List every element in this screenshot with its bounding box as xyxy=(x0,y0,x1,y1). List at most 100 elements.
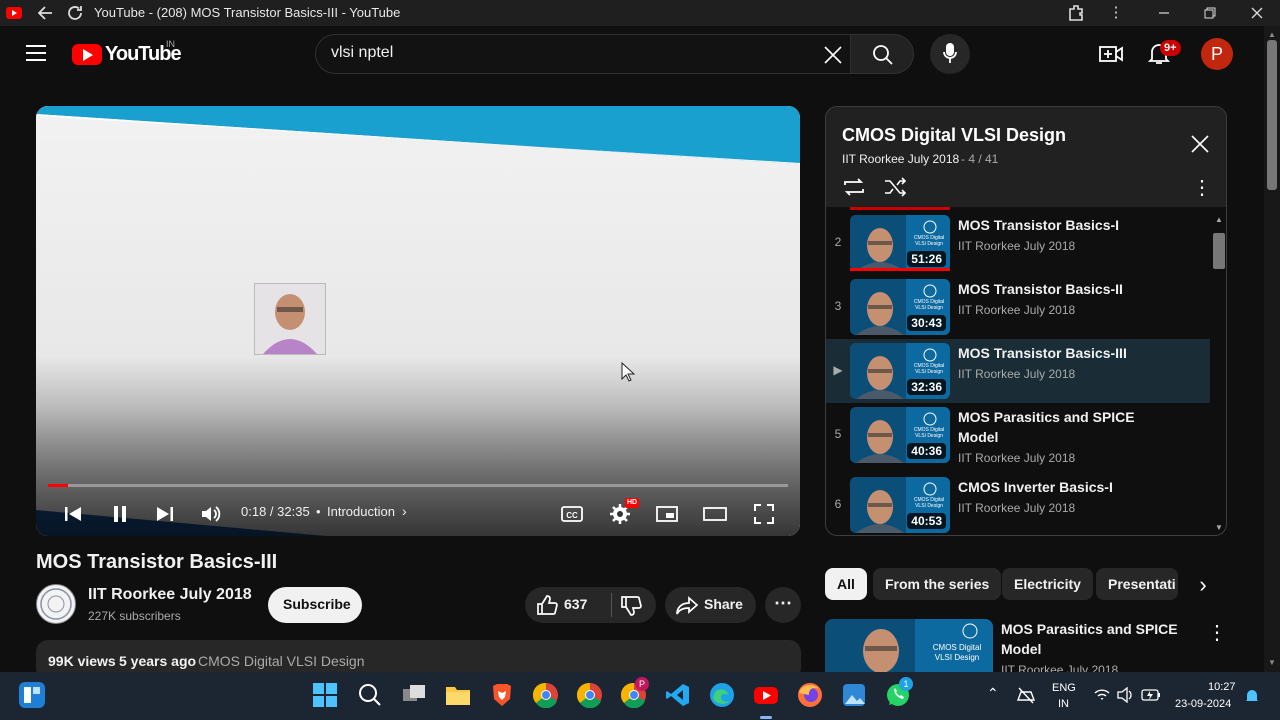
page-scroll-thumb[interactable] xyxy=(1267,40,1277,190)
playlist-item-thumbnail[interactable]: CMOS Digital VLSI Design 51:26 xyxy=(850,215,950,271)
subscribe-button[interactable]: Subscribe xyxy=(268,587,362,623)
hamburger-menu-icon[interactable] xyxy=(26,44,46,62)
video-player[interactable]: 0:18 / 32:35 • Introduction › CC HD xyxy=(36,106,800,536)
battery-charging-icon[interactable] xyxy=(1141,688,1161,702)
description-playlist-link[interactable]: CMOS Digital VLSI Design xyxy=(198,653,365,669)
subtitles-cc-icon[interactable]: CC xyxy=(560,502,584,526)
photos-app-icon[interactable] xyxy=(841,682,867,708)
input-language[interactable]: ENG xyxy=(1052,682,1076,694)
search-box[interactable]: vlsi nptel xyxy=(315,34,850,74)
playlist-item-title[interactable]: MOS Parasitics and SPICE Model xyxy=(958,407,1158,447)
youtube-app-icon[interactable] xyxy=(753,682,779,708)
search-input[interactable]: vlsi nptel xyxy=(331,44,393,62)
recommended-menu-icon[interactable]: ⋮ xyxy=(1207,620,1227,645)
brave-browser-icon[interactable] xyxy=(489,682,515,708)
playlist-item[interactable]: 3 CMOS Digital VLSI Design 30:43 MOS Transi… xyxy=(826,275,1210,339)
page-scrollbar[interactable]: ▲ ▼ xyxy=(1264,26,1280,672)
recommended-title[interactable]: MOS Parasitics and SPICE Model xyxy=(1001,619,1181,659)
playlist-title[interactable]: CMOS Digital VLSI Design xyxy=(842,125,1066,146)
miniplayer-icon[interactable] xyxy=(655,502,679,526)
restore-icon[interactable] xyxy=(1200,3,1220,23)
clock-date[interactable]: 23-09-2024 xyxy=(1175,698,1231,710)
clear-search-icon[interactable] xyxy=(823,45,843,65)
youtube-play-logo-icon xyxy=(72,44,102,65)
task-view-icon[interactable] xyxy=(401,682,427,708)
create-video-icon[interactable] xyxy=(1099,43,1123,65)
playlist-item[interactable]: 2 CMOS Digital VLSI Design 51:26 MOS Transi… xyxy=(826,211,1210,275)
clock-time[interactable]: 10:27 xyxy=(1208,681,1236,693)
chrome-profile-1-icon[interactable] xyxy=(532,682,559,709)
taskbar-search-icon[interactable] xyxy=(357,682,383,708)
fullscreen-icon[interactable] xyxy=(752,502,776,526)
chip-from-the-series[interactable]: From the series xyxy=(873,568,1002,600)
search-button[interactable] xyxy=(850,34,914,74)
playlist-item-thumbnail[interactable]: CMOS Digital VLSI Design 40:36 xyxy=(850,407,950,463)
speaker-volume-icon[interactable] xyxy=(1117,686,1135,704)
volume-icon[interactable] xyxy=(199,502,223,526)
theater-mode-icon[interactable] xyxy=(703,502,727,526)
chapter-chevron-icon[interactable]: › xyxy=(402,503,407,519)
like-button[interactable]: 637 xyxy=(525,587,610,623)
playlist-scrollbar[interactable]: ▲ ▼ xyxy=(1211,211,1225,533)
voice-search-button[interactable] xyxy=(930,34,970,74)
playlist-menu-icon[interactable]: ⋮ xyxy=(1192,175,1212,200)
vscode-icon[interactable] xyxy=(665,682,691,708)
back-arrow-icon[interactable] xyxy=(36,3,56,23)
chip-all[interactable]: All xyxy=(825,568,867,600)
widgets-icon[interactable] xyxy=(19,682,45,708)
chrome-profile-3-icon[interactable]: P xyxy=(620,677,649,709)
input-region[interactable]: IN xyxy=(1058,698,1069,710)
network-disconnected-icon[interactable] xyxy=(1016,686,1036,704)
playlist-scroll-thumb[interactable] xyxy=(1213,233,1225,269)
mouse-cursor-icon xyxy=(621,361,636,387)
browser-menu-icon[interactable]: ⋮ xyxy=(1106,3,1126,23)
channel-name[interactable]: IIT Roorkee July 2018 xyxy=(88,586,252,604)
close-playlist-icon[interactable] xyxy=(1190,134,1210,154)
recommended-thumbnail[interactable]: CMOS Digital VLSI Design xyxy=(825,619,993,672)
notification-center-bell-icon[interactable] xyxy=(1245,688,1259,704)
active-app-indicator xyxy=(760,716,772,719)
edge-icon[interactable] xyxy=(709,682,735,708)
file-explorer-icon[interactable] xyxy=(445,682,471,708)
chip-presentations[interactable]: Presentati xyxy=(1096,568,1178,600)
firefox-icon[interactable] xyxy=(797,682,823,708)
playlist-item-thumbnail[interactable]: CMOS Digital VLSI Design 30:43 xyxy=(850,279,950,335)
dislike-button[interactable] xyxy=(612,587,656,623)
wifi-icon[interactable] xyxy=(1094,687,1110,703)
account-avatar[interactable]: P xyxy=(1201,38,1233,70)
chapter-title[interactable]: Introduction xyxy=(327,504,395,519)
close-window-icon[interactable] xyxy=(1247,3,1267,23)
shuffle-playlist-icon[interactable] xyxy=(883,176,907,198)
pause-icon[interactable] xyxy=(108,502,132,526)
playlist-channel[interactable]: IIT Roorkee July 2018 xyxy=(842,152,959,166)
show-hidden-icons-chevron-icon[interactable]: ⌃ xyxy=(987,685,999,702)
loop-playlist-icon[interactable] xyxy=(842,176,866,198)
playlist-item-title[interactable]: MOS Transistor Basics-III xyxy=(958,343,1158,363)
share-button[interactable]: Share xyxy=(665,587,756,623)
playlist-item-title[interactable]: MOS Transistor Basics-I xyxy=(958,215,1158,235)
playlist-item[interactable]: ▶ CMOS Digital VLSI Design 32:36 MOS Transi… xyxy=(826,339,1210,403)
playlist-item-thumbnail[interactable]: CMOS Digital VLSI Design 40:53 xyxy=(850,477,950,533)
playlist-item-title[interactable]: MOS Transistor Basics-II xyxy=(958,279,1158,299)
recommended-channel[interactable]: IIT Roorkee July 2018 xyxy=(1001,663,1118,672)
next-video-icon[interactable] xyxy=(152,502,176,526)
extensions-icon[interactable] xyxy=(1066,3,1086,23)
chip-electricity[interactable]: Electricity xyxy=(1002,568,1093,600)
minimize-icon[interactable] xyxy=(1154,3,1174,23)
playlist-item[interactable]: 6 CMOS Digital VLSI Design 40:53 CMOS Inver… xyxy=(826,473,1210,535)
reload-icon[interactable] xyxy=(65,3,85,23)
playlist-item-title[interactable]: CMOS Inverter Basics-I xyxy=(958,477,1158,497)
youtube-logo[interactable]: YouTube IN xyxy=(72,39,182,67)
windows-start-icon[interactable] xyxy=(312,682,338,708)
more-actions-button[interactable]: ⋯ xyxy=(765,587,801,623)
playlist-item-thumbnail[interactable]: CMOS Digital VLSI Design 32:36 xyxy=(850,343,950,399)
whatsapp-icon[interactable]: 1 xyxy=(885,677,913,708)
playlist-item-channel: IIT Roorkee July 2018 xyxy=(958,367,1076,381)
chips-next-chevron-icon[interactable]: › xyxy=(1188,572,1218,600)
progress-bar[interactable] xyxy=(48,484,788,487)
microphone-icon xyxy=(943,43,957,65)
channel-avatar[interactable] xyxy=(36,584,76,624)
previous-video-icon[interactable] xyxy=(62,502,86,526)
chrome-profile-2-icon[interactable] xyxy=(576,682,603,709)
playlist-item[interactable]: 5 CMOS Digital VLSI Design 40:36 MOS Parasi… xyxy=(826,403,1210,467)
